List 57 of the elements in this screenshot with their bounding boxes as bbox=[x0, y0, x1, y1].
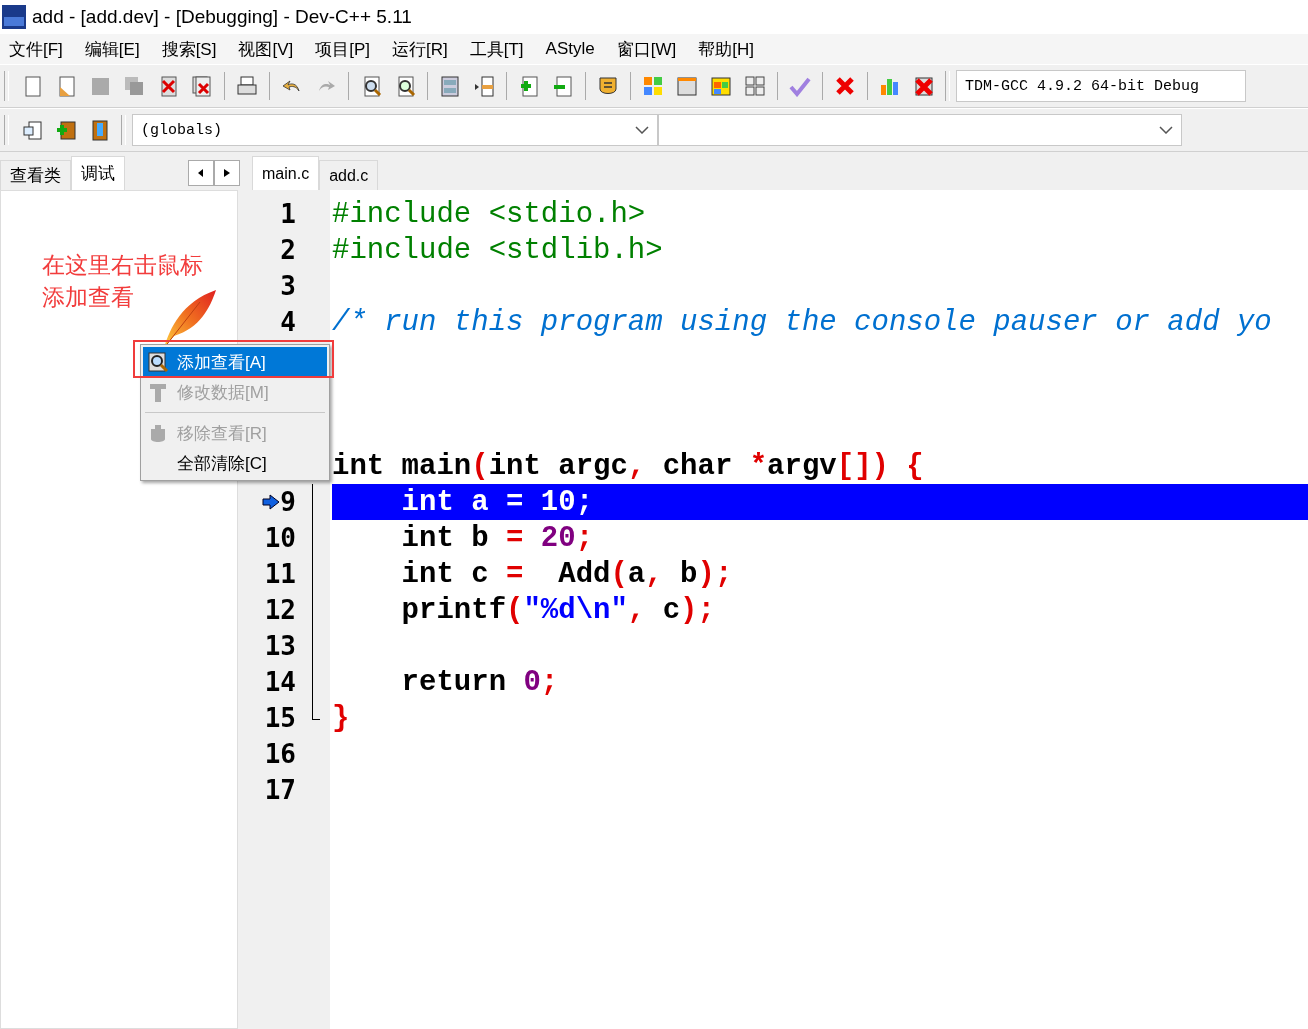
menu-option[interactable]: 全部清除[C] bbox=[143, 448, 327, 478]
code-line: printf("%d\n", c); bbox=[400, 592, 716, 628]
window-title: add - [add.dev] - [Debugging] - Dev-C++ 5.11 bbox=[32, 6, 412, 28]
scroll-right-button[interactable] bbox=[214, 160, 240, 186]
line-number: 11 bbox=[264, 559, 296, 589]
line-number: 16 bbox=[264, 739, 296, 769]
line-number: 3 bbox=[280, 271, 296, 301]
compiler-select[interactable]: TDM-GCC 4.9.2 64-bit Debug bbox=[956, 70, 1246, 102]
code-line: int main(int argc, char *argv[]) { bbox=[332, 448, 925, 484]
member-select[interactable] bbox=[658, 114, 1182, 146]
panel-tab[interactable]: 调试 bbox=[71, 156, 125, 190]
panel-tab[interactable]: 查看类 bbox=[0, 160, 71, 190]
line-number: 12 bbox=[264, 595, 296, 625]
chevron-down-icon bbox=[1159, 126, 1173, 134]
scroll-left-button[interactable] bbox=[188, 160, 214, 186]
line-number: 2 bbox=[280, 235, 296, 265]
line-number: 10 bbox=[264, 523, 296, 553]
menu-item[interactable]: 文件[F] bbox=[9, 37, 63, 61]
line-number: 17 bbox=[264, 775, 296, 805]
hammer-icon bbox=[147, 381, 169, 403]
menu-item[interactable]: 搜索[S] bbox=[161, 37, 217, 61]
app-logo-icon bbox=[2, 5, 26, 29]
menu-item[interactable]: 视图[V] bbox=[238, 37, 294, 61]
search-icon bbox=[147, 351, 169, 373]
code-line: return 0; bbox=[400, 664, 560, 700]
code-line: #include <stdio.h> bbox=[332, 196, 647, 232]
menu-option-label: 全部清除[C] bbox=[177, 452, 267, 475]
line-number: 4 bbox=[280, 307, 296, 337]
arrow-icon bbox=[262, 494, 280, 510]
menu-option-label: 移除查看[R] bbox=[177, 422, 267, 445]
editor-tab[interactable]: add.c bbox=[319, 160, 379, 190]
annotation-text: 在这里右击鼠标 添加查看 bbox=[42, 251, 203, 312]
left-triangle-icon bbox=[198, 169, 204, 177]
code-line: } bbox=[332, 700, 351, 736]
chevron-down-icon bbox=[635, 126, 649, 134]
line-number: 15 bbox=[264, 703, 296, 733]
line-number: 9 bbox=[280, 487, 296, 517]
line-number: 13 bbox=[264, 631, 296, 661]
code-line: #include <stdlib.h> bbox=[332, 232, 664, 268]
code-line: /* run this program using the console pauser or add yo bbox=[332, 304, 1273, 340]
code-line: int b = 20; bbox=[400, 520, 595, 556]
menu-item[interactable]: AStyle bbox=[545, 39, 595, 59]
code-line: int c = Add(a, b); bbox=[400, 556, 734, 592]
menu-item[interactable]: 工具[T] bbox=[469, 37, 524, 61]
menu-item[interactable]: 编辑[E] bbox=[84, 37, 140, 61]
menu-option-label: 添加查看[A] bbox=[177, 351, 266, 374]
menu-item[interactable]: 运行[R] bbox=[392, 37, 448, 61]
line-number: 1 bbox=[280, 199, 296, 229]
editor-tab[interactable]: main.c bbox=[252, 156, 320, 190]
menu-item[interactable]: 帮助[H] bbox=[698, 37, 754, 61]
menu-item[interactable]: 项目[P] bbox=[315, 37, 371, 61]
line-number: 14 bbox=[264, 667, 296, 697]
menu-item[interactable]: 窗口[W] bbox=[616, 37, 677, 61]
menu-option-label: 修改数据[M] bbox=[177, 381, 269, 404]
right-triangle-icon bbox=[224, 169, 230, 177]
class-select[interactable]: (globals) bbox=[132, 114, 658, 146]
menu-option[interactable]: 添加查看[A] bbox=[143, 347, 327, 377]
